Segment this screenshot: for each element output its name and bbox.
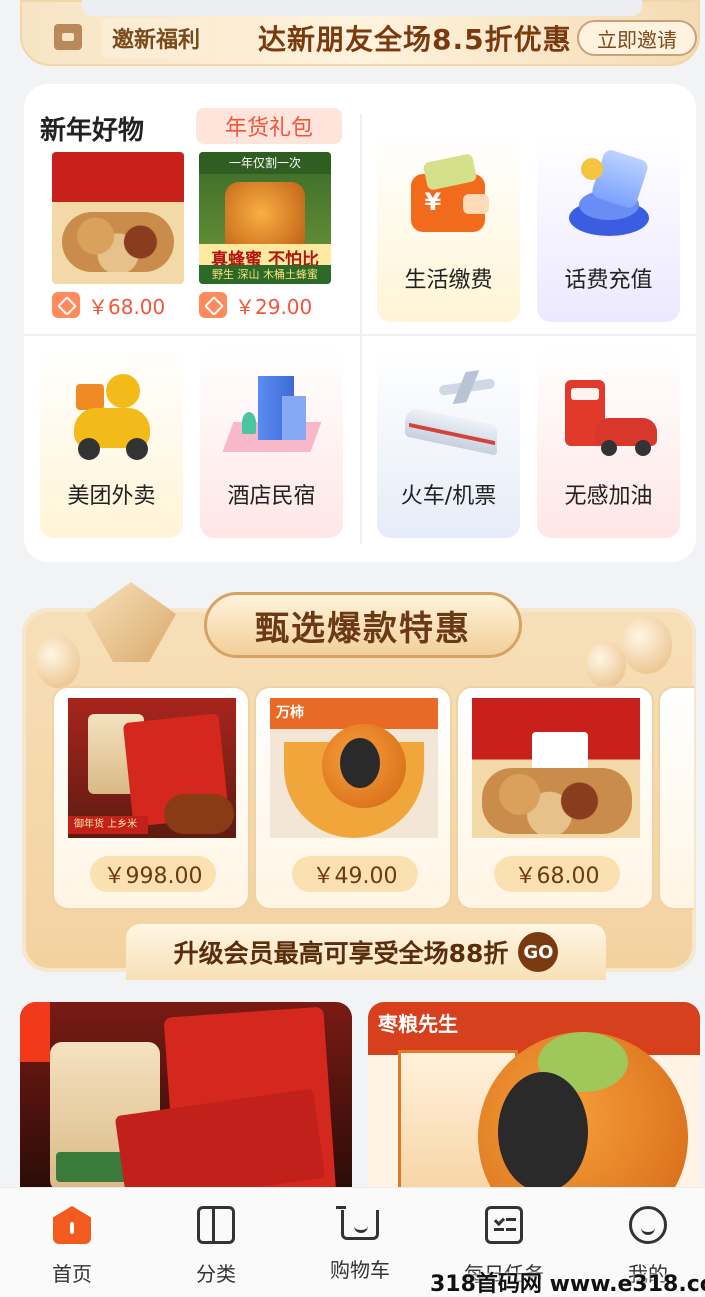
promo-title: 甄选爆款特惠 xyxy=(204,592,522,658)
promo-item-next[interactable] xyxy=(658,686,694,910)
gift-pack-tag[interactable]: 年货礼包 xyxy=(196,108,342,144)
product-gift-box[interactable]: ￥68.00 xyxy=(52,152,184,320)
balloon-decoration xyxy=(586,642,626,688)
product-image xyxy=(52,152,184,284)
promo-price: ￥49.00 xyxy=(292,856,418,892)
hotel-icon xyxy=(222,366,321,462)
tab-label: 分类 xyxy=(196,1262,236,1286)
task-icon xyxy=(485,1206,523,1244)
promo-item[interactable]: 万柿 ￥49.00 xyxy=(254,686,452,910)
image-caption: 万柿 xyxy=(276,705,304,721)
tile-label: 美团外卖 xyxy=(67,484,156,509)
tile-label: 火车/机票 xyxy=(400,484,497,509)
feed-item-snacks[interactable] xyxy=(20,1002,352,1192)
balloon-decoration xyxy=(36,636,80,688)
ribbon-decoration xyxy=(86,582,176,662)
member-upgrade-bar[interactable]: 升级会员最高可享受全场88折 GO xyxy=(126,924,606,980)
cart-icon xyxy=(336,1206,379,1240)
wallet-icon xyxy=(401,150,497,246)
tile-label: 话费充值 xyxy=(564,268,653,293)
tab-category[interactable]: 分类 xyxy=(156,1206,276,1287)
feed-item-persimmon[interactable]: 枣粮先生 xyxy=(368,1002,700,1192)
divider xyxy=(24,334,696,336)
badge-decoration xyxy=(20,1002,50,1062)
invite-message: 达新朋友全场8.5折优惠 xyxy=(258,23,572,56)
image-caption: 御年货 上乡米 xyxy=(68,816,148,834)
tile-hotel[interactable]: 酒店民宿 xyxy=(200,348,343,538)
tile-label: 酒店民宿 xyxy=(227,484,316,509)
watermark: 318首码网 www.e318.com xyxy=(430,1272,705,1297)
image-caption: 野生 深山 木桶土蜂蜜 xyxy=(199,265,331,284)
price-tag-icon xyxy=(52,292,80,318)
tile-train-flight[interactable]: 火车/机票 xyxy=(377,348,520,538)
divider xyxy=(360,114,362,544)
promo-section: 甄选爆款特惠 御年货 上乡米 ￥998.00 万柿 ￥49.00 ￥68.00 … xyxy=(22,582,696,980)
promo-price: ￥998.00 xyxy=(90,856,216,892)
price-tag-icon xyxy=(199,292,227,318)
home-icon xyxy=(53,1206,91,1244)
crown-icon xyxy=(54,24,82,50)
product-image: 万柿 xyxy=(270,698,438,838)
promo-price: ￥68.00 xyxy=(494,856,620,892)
promo-item[interactable]: ￥68.00 xyxy=(456,686,654,910)
upgrade-text: 升级会员最高可享受全场88折 xyxy=(173,939,509,968)
profile-icon xyxy=(629,1206,667,1244)
product-image xyxy=(472,698,640,838)
product-honey[interactable]: 一年仅割一次 真蜂蜜 不怕比 野生 深山 木桶土蜂蜜 ￥29.00 xyxy=(199,152,331,320)
tile-utility-bills[interactable]: 生活缴费 xyxy=(377,132,520,322)
phone-recharge-icon xyxy=(561,148,657,246)
tile-refuel[interactable]: 无感加油 xyxy=(537,348,680,538)
tab-label: 购物车 xyxy=(330,1258,390,1282)
train-plane-icon xyxy=(401,366,497,462)
tile-label: 无感加油 xyxy=(564,484,653,509)
tab-home[interactable]: 首页 xyxy=(12,1206,132,1287)
tile-label: 生活缴费 xyxy=(404,268,493,293)
invite-banner[interactable]: 邀新福利 达新朋友全场8.5折优惠 立即邀请 xyxy=(20,0,700,66)
product-image xyxy=(498,1072,588,1192)
balloon-decoration xyxy=(622,616,672,674)
invite-now-button[interactable]: 立即邀请 xyxy=(577,20,697,56)
brand-logo: 枣粮先生 xyxy=(378,1012,458,1036)
tile-meituan-delivery[interactable]: 美团外卖 xyxy=(40,348,183,538)
delivery-scooter-icon xyxy=(64,366,160,462)
product-image: 一年仅割一次 真蜂蜜 不怕比 野生 深山 木桶土蜂蜜 xyxy=(199,152,331,284)
gas-station-icon xyxy=(561,366,657,462)
section-title: 新年好物 xyxy=(40,116,145,146)
go-button[interactable]: GO xyxy=(518,932,559,972)
product-price: ￥68.00 xyxy=(88,294,166,319)
promo-title-text: 甄选爆款特惠 xyxy=(255,608,471,649)
promo-item[interactable]: 御年货 上乡米 ￥998.00 xyxy=(52,686,250,910)
product-price: ￥29.00 xyxy=(235,294,313,319)
services-card: 新年好物 年货礼包 ￥68.00 一年仅割一次 真蜂蜜 不怕比 野生 深山 木桶… xyxy=(24,84,696,562)
image-caption: 一年仅割一次 xyxy=(199,152,331,174)
invite-tag: 邀新福利 xyxy=(102,18,211,58)
tile-phone-recharge[interactable]: 话费充值 xyxy=(537,132,680,322)
category-icon xyxy=(197,1206,235,1244)
product-image: 御年货 上乡米 xyxy=(68,698,236,838)
tab-cart[interactable]: 购物车 xyxy=(300,1206,420,1283)
tab-label: 首页 xyxy=(52,1262,92,1286)
status-overlay xyxy=(82,0,642,16)
